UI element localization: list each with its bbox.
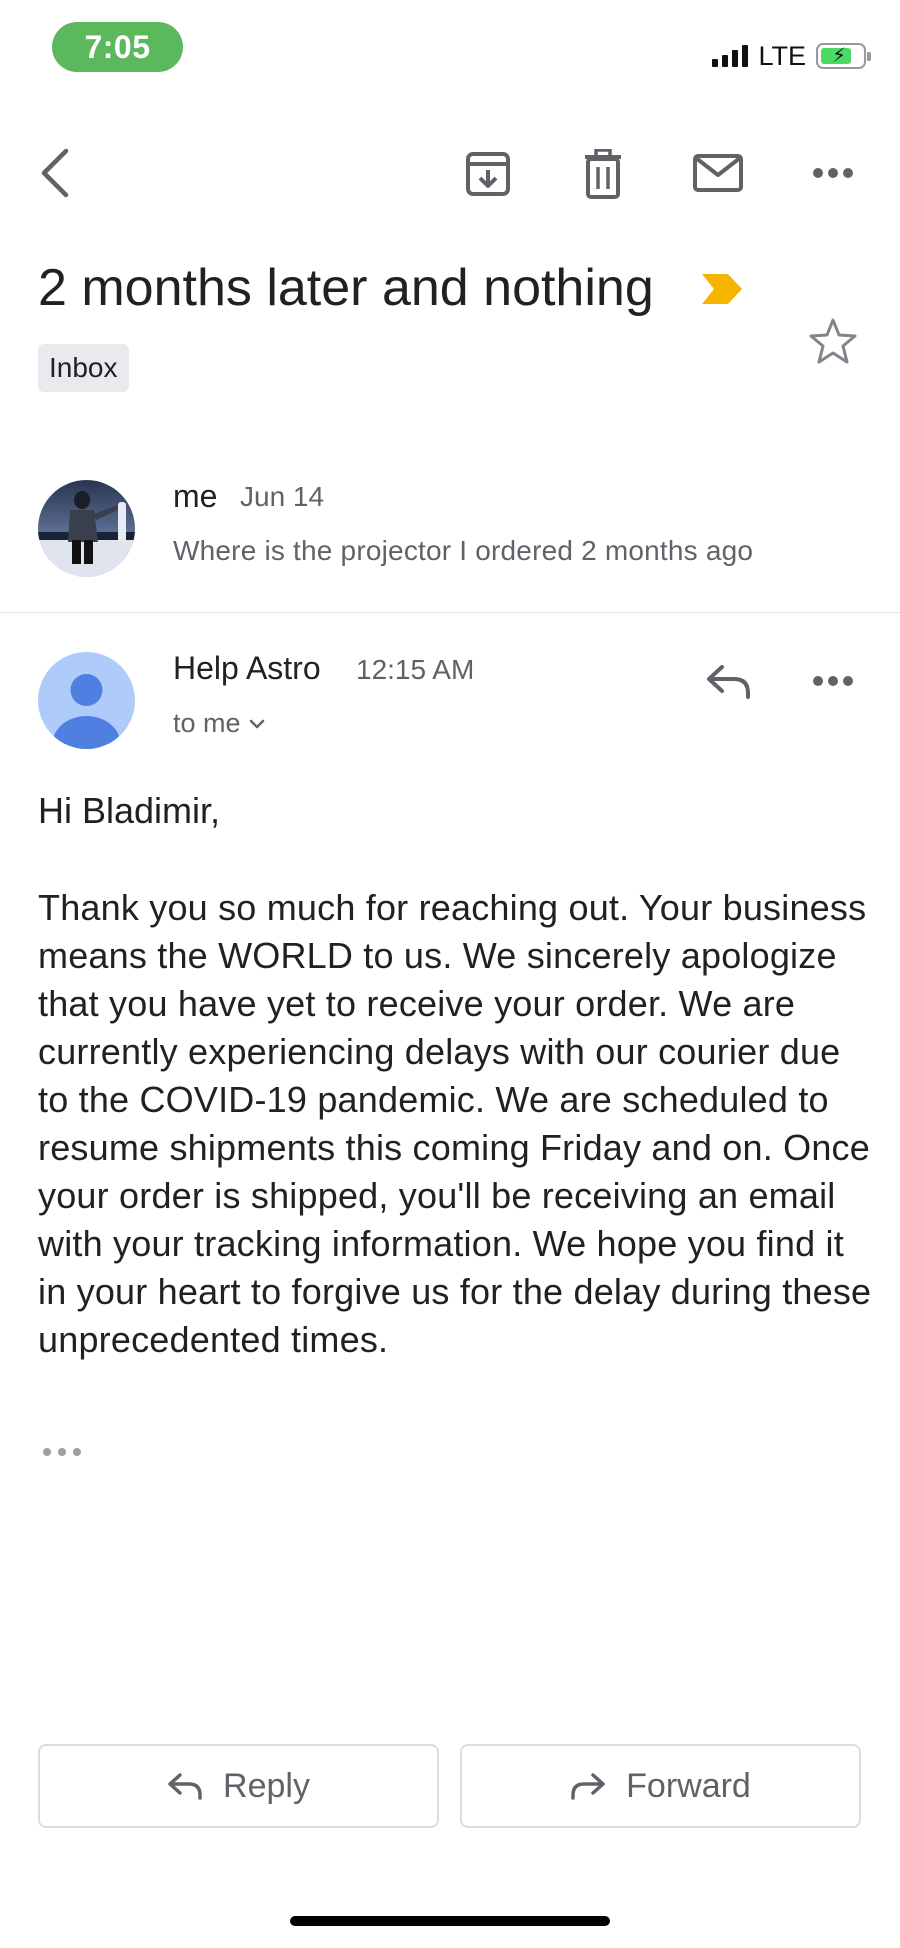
more-options-button[interactable] bbox=[806, 150, 860, 196]
importance-marker-icon[interactable] bbox=[700, 272, 744, 306]
message-divider bbox=[0, 612, 900, 613]
inbox-label[interactable]: Inbox bbox=[38, 344, 129, 392]
message-sender: Help Astro bbox=[173, 650, 321, 686]
sender-avatar-photo[interactable] bbox=[38, 480, 135, 577]
show-trimmed-content-button[interactable] bbox=[38, 1440, 86, 1464]
forward-button[interactable]: Forward bbox=[460, 1744, 861, 1828]
forward-button-label: Forward bbox=[626, 1766, 751, 1805]
more-options-icon bbox=[813, 676, 853, 686]
mark-unread-icon bbox=[693, 154, 743, 192]
star-button[interactable] bbox=[808, 316, 858, 366]
recipient-label: to me bbox=[173, 708, 241, 738]
home-indicator[interactable] bbox=[290, 1916, 610, 1926]
collapsed-message-date: Jun 14 bbox=[240, 481, 325, 512]
delete-icon bbox=[585, 149, 621, 199]
recipient-details-toggle[interactable]: to me bbox=[173, 708, 265, 739]
back-button[interactable] bbox=[30, 145, 80, 201]
message-body: Thank you so much for reaching out. Your… bbox=[38, 887, 872, 1360]
more-options-icon bbox=[813, 168, 853, 178]
archive-button[interactable] bbox=[462, 148, 514, 200]
reply-icon bbox=[707, 665, 750, 699]
message-time: 12:15 AM bbox=[356, 654, 475, 685]
collapsed-message-snippet[interactable]: Where is the projector I ordered 2 month… bbox=[173, 535, 753, 567]
message-greeting: Hi Bladimir, bbox=[38, 790, 221, 831]
status-time: 7:05 bbox=[52, 22, 183, 72]
message-more-button[interactable] bbox=[806, 658, 860, 704]
status-indicators: LTE ⚡ bbox=[712, 40, 871, 72]
delete-button[interactable] bbox=[578, 148, 628, 200]
reply-icon bbox=[168, 1773, 202, 1800]
email-subject: 2 months later and nothing bbox=[38, 259, 654, 317]
star-icon bbox=[809, 318, 857, 364]
collapsed-message-sender: me bbox=[173, 478, 218, 514]
signal-strength-icon bbox=[712, 45, 749, 67]
forward-icon bbox=[571, 1773, 605, 1800]
reply-button[interactable]: Reply bbox=[38, 1744, 439, 1828]
ellipsis-icon bbox=[43, 1448, 81, 1456]
archive-icon bbox=[466, 152, 510, 196]
battery-charging-icon: ⚡ bbox=[816, 43, 871, 69]
mark-unread-button[interactable] bbox=[690, 150, 746, 196]
back-arrow-icon bbox=[41, 148, 69, 198]
reply-button-label: Reply bbox=[223, 1766, 310, 1805]
network-type: LTE bbox=[758, 40, 806, 71]
chevron-down-icon bbox=[249, 719, 264, 728]
sender-avatar-generic[interactable] bbox=[38, 652, 135, 749]
message-reply-button[interactable] bbox=[698, 656, 758, 706]
